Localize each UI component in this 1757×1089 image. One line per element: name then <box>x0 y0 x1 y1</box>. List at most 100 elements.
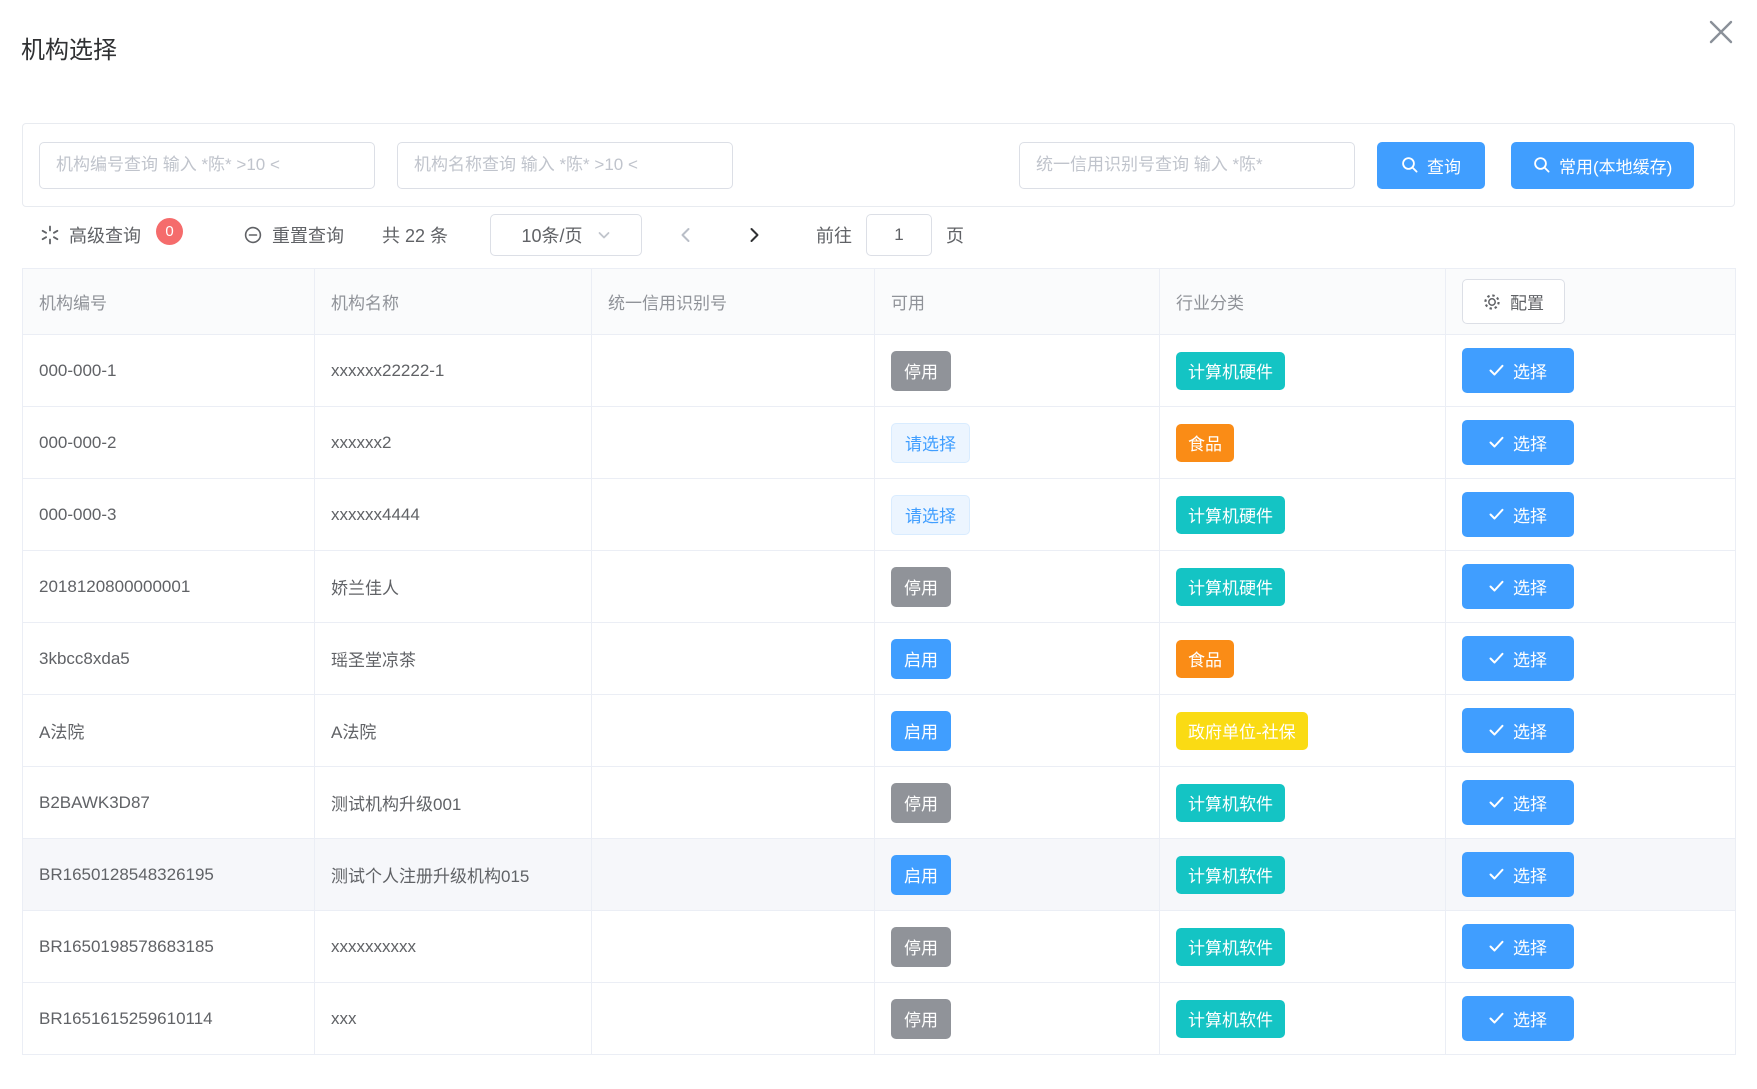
page-title: 机构选择 <box>21 30 117 65</box>
check-icon <box>1489 868 1504 881</box>
header-industry: 行业分类 <box>1160 269 1446 335</box>
select-button-label: 选择 <box>1513 862 1547 887</box>
select-button[interactable]: 选择 <box>1462 492 1574 537</box>
select-button-label: 选择 <box>1513 934 1547 959</box>
status-badge[interactable]: 请选择 <box>891 423 970 463</box>
table-body: 000-000-1 xxxxxx22222-1 停用 计算机硬件 选择 000-… <box>23 335 1736 1055</box>
status-badge[interactable]: 请选择 <box>891 495 970 535</box>
table-header-row: 机构编号 机构名称 统一信用识别号 可用 行业分类 配置 <box>23 269 1736 335</box>
table-row: 000-000-3 xxxxxx4444 请选择 计算机硬件 选择 <box>23 479 1736 551</box>
table-row: 2018120800000001 娇兰佳人 停用 计算机硬件 选择 <box>23 551 1736 623</box>
org-name-input[interactable] <box>397 142 733 189</box>
goto-page-input[interactable] <box>866 214 932 256</box>
industry-tag: 计算机软件 <box>1176 856 1285 894</box>
goto-suffix-label: 页 <box>946 222 964 248</box>
advanced-count-badge: 0 <box>156 218 183 245</box>
industry-tag: 计算机软件 <box>1176 928 1285 966</box>
org-table: 机构编号 机构名称 统一信用识别号 可用 行业分类 配置 000-000-1 x… <box>22 268 1736 1055</box>
org-name-cell: 测试机构升级001 <box>315 767 592 839</box>
table-row: BR1650198578683185 xxxxxxxxxx 停用 计算机软件 选… <box>23 911 1736 983</box>
industry-tag: 计算机硬件 <box>1176 496 1285 534</box>
org-code-cell: 000-000-3 <box>23 479 315 551</box>
org-name-cell: 测试个人注册升级机构015 <box>315 839 592 911</box>
sparkle-icon <box>40 225 60 245</box>
status-badge: 启用 <box>891 711 951 751</box>
select-button[interactable]: 选择 <box>1462 996 1574 1041</box>
search-button-label: 查询 <box>1427 153 1461 178</box>
org-name-cell: xxxxxxxxxx <box>315 911 592 983</box>
credit-id-cell <box>592 911 875 983</box>
select-button[interactable]: 选择 <box>1462 564 1574 609</box>
search-icon <box>1401 156 1419 174</box>
credit-id-cell <box>592 623 875 695</box>
credit-id-cell <box>592 983 875 1055</box>
credit-id-cell <box>592 479 875 551</box>
table-row: A法院 A法院 启用 政府单位-社保 选择 <box>23 695 1736 767</box>
select-button[interactable]: 选择 <box>1462 420 1574 465</box>
close-icon[interactable] <box>1701 12 1741 52</box>
status-badge: 停用 <box>891 783 951 823</box>
select-button-label: 选择 <box>1513 430 1547 455</box>
credit-id-cell <box>592 839 875 911</box>
select-button[interactable]: 选择 <box>1462 924 1574 969</box>
table-row: B2BAWK3D87 测试机构升级001 停用 计算机软件 选择 <box>23 767 1736 839</box>
select-button-label: 选择 <box>1513 574 1547 599</box>
industry-tag: 计算机软件 <box>1176 784 1285 822</box>
org-name-cell: xxxxxx4444 <box>315 479 592 551</box>
chevron-down-icon <box>597 228 611 242</box>
check-icon <box>1489 652 1504 665</box>
select-button[interactable]: 选择 <box>1462 708 1574 753</box>
org-name-cell: A法院 <box>315 695 592 767</box>
gear-icon <box>1483 293 1501 311</box>
search-button[interactable]: 查询 <box>1377 142 1485 189</box>
industry-tag: 计算机软件 <box>1176 1000 1285 1038</box>
select-button[interactable]: 选择 <box>1462 348 1574 393</box>
select-button[interactable]: 选择 <box>1462 780 1574 825</box>
config-button-label: 配置 <box>1510 289 1544 314</box>
select-button-label: 选择 <box>1513 1006 1547 1031</box>
status-badge: 停用 <box>891 567 951 607</box>
search-icon <box>1533 156 1551 174</box>
chevron-left-icon[interactable] <box>666 215 706 255</box>
select-button-label: 选择 <box>1513 358 1547 383</box>
reset-search-label: 重置查询 <box>272 222 344 248</box>
header-credit-id: 统一信用识别号 <box>592 269 875 335</box>
goto-prefix-label: 前往 <box>816 222 852 248</box>
org-code-cell: B2BAWK3D87 <box>23 767 315 839</box>
status-badge: 启用 <box>891 855 951 895</box>
industry-tag: 计算机硬件 <box>1176 352 1285 390</box>
org-code-cell: A法院 <box>23 695 315 767</box>
status-badge: 停用 <box>891 927 951 967</box>
select-button-label: 选择 <box>1513 790 1547 815</box>
org-code-cell: BR1651615259610114 <box>23 983 315 1055</box>
table-row: BR1651615259610114 xxx 停用 计算机软件 选择 <box>23 983 1736 1055</box>
org-code-cell: 3kbcc8xda5 <box>23 623 315 695</box>
select-button[interactable]: 选择 <box>1462 636 1574 681</box>
industry-tag: 政府单位-社保 <box>1176 712 1308 750</box>
config-button[interactable]: 配置 <box>1462 279 1565 324</box>
chevron-right-icon[interactable] <box>734 215 774 255</box>
header-available: 可用 <box>875 269 1160 335</box>
check-icon <box>1489 508 1504 521</box>
industry-tag: 食品 <box>1176 640 1234 678</box>
filter-panel: 查询 常用(本地缓存) <box>22 123 1735 207</box>
credit-id-input[interactable] <box>1019 142 1355 189</box>
industry-tag: 食品 <box>1176 424 1234 462</box>
check-icon <box>1489 1012 1504 1025</box>
table-row: 000-000-2 xxxxxx2 请选择 食品 选择 <box>23 407 1736 479</box>
select-button[interactable]: 选择 <box>1462 852 1574 897</box>
advanced-search-button[interactable]: 高级查询 0 <box>40 222 183 249</box>
page-size-value: 10条/页 <box>522 222 583 248</box>
org-code-input[interactable] <box>39 142 375 189</box>
reset-search-button[interactable]: 重置查询 <box>243 222 344 248</box>
page-size-select[interactable]: 10条/页 <box>490 214 642 256</box>
check-icon <box>1489 940 1504 953</box>
org-name-cell: xxx <box>315 983 592 1055</box>
status-badge: 停用 <box>891 351 951 391</box>
table-row: 3kbcc8xda5 瑶圣堂凉茶 启用 食品 选择 <box>23 623 1736 695</box>
favorites-button[interactable]: 常用(本地缓存) <box>1511 142 1694 189</box>
org-name-cell: 瑶圣堂凉茶 <box>315 623 592 695</box>
header-org-name: 机构名称 <box>315 269 592 335</box>
check-icon <box>1489 436 1504 449</box>
header-org-code: 机构编号 <box>23 269 315 335</box>
